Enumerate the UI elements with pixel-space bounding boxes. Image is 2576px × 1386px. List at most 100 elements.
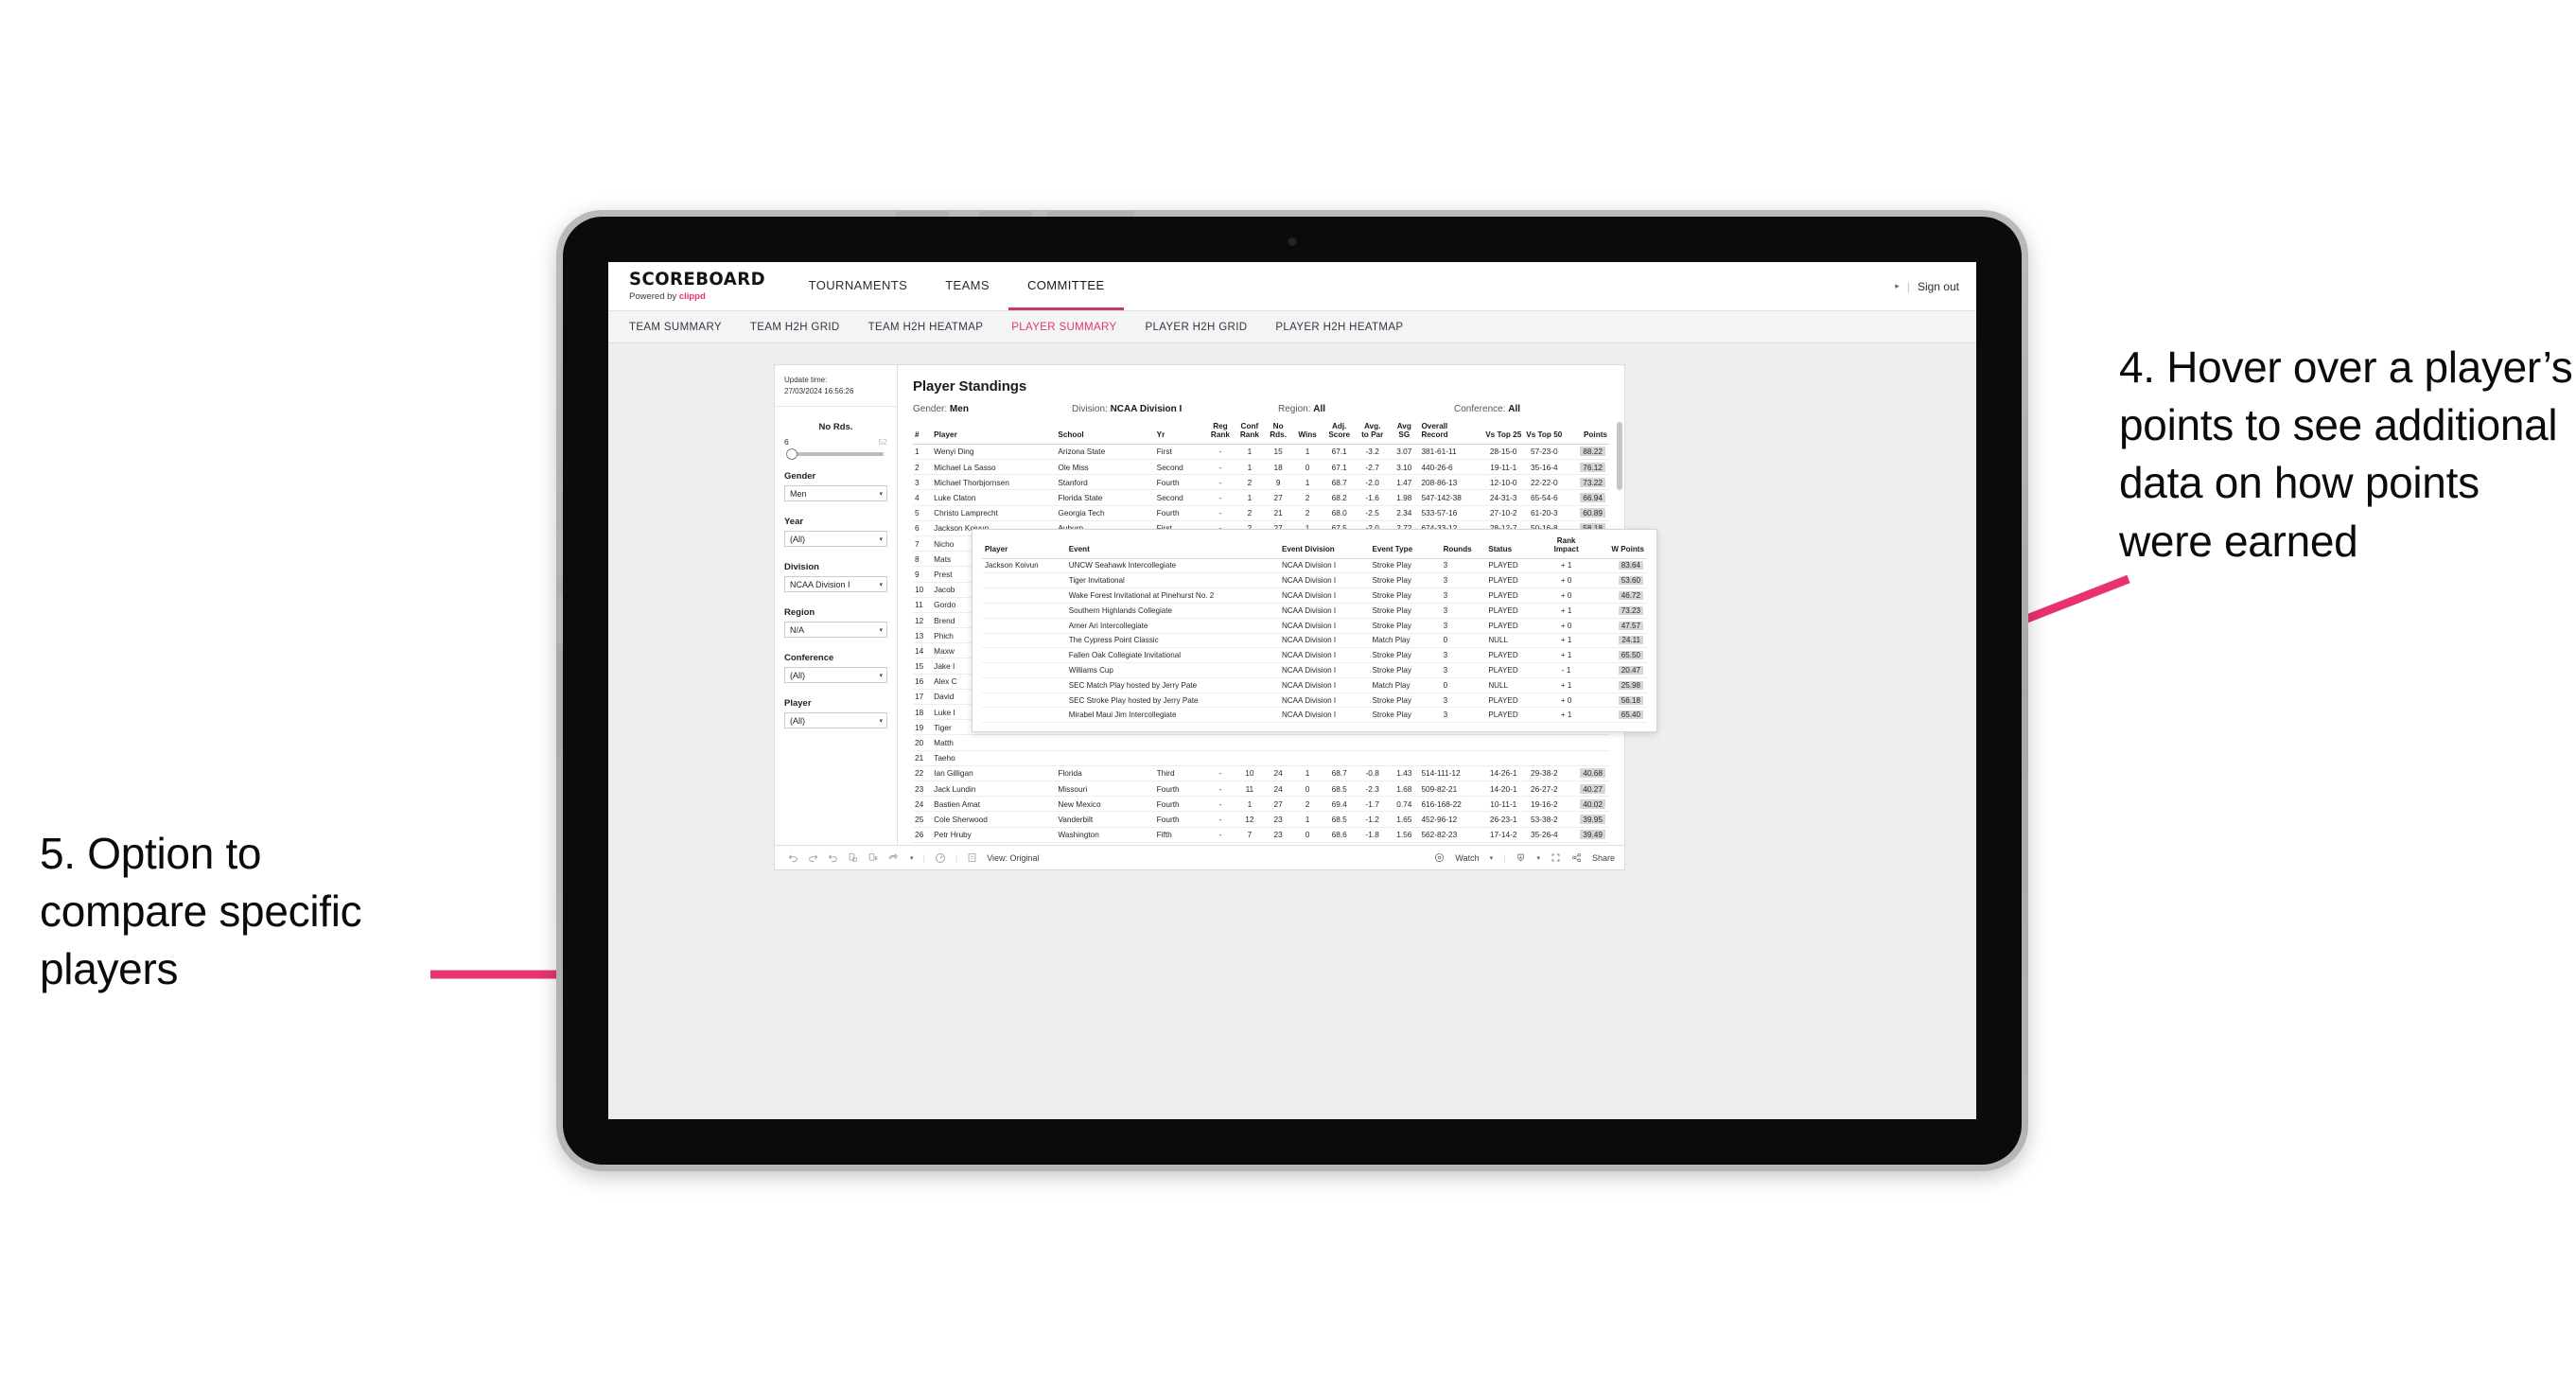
cell-points[interactable]: 76.12 <box>1564 459 1609 476</box>
table-row[interactable]: 5 Christo Lamprecht Georgia Tech Fourth -2 21… <box>913 505 1609 521</box>
cell-t50: 22-22-0 <box>1523 474 1565 491</box>
tooltip-wpoints-value: 24.11 <box>1619 636 1643 645</box>
points-value[interactable]: 40.02 <box>1580 798 1605 809</box>
col-points[interactable]: Points <box>1564 422 1609 445</box>
table-row[interactable]: 23 Jack Lundin Missouri Fourth -11 24 0 68.5 -2.… <box>913 781 1609 798</box>
fullscreen-icon[interactable] <box>1551 852 1561 863</box>
brand-logo[interactable]: SCOREBOARD Powered by clippd <box>608 262 790 310</box>
watch-label[interactable]: Watch <box>1455 853 1479 863</box>
col-player[interactable]: Player <box>932 422 1057 445</box>
points-value[interactable]: 60.89 <box>1580 508 1605 518</box>
col-avg-to-par[interactable]: Avg. to Par <box>1356 422 1390 445</box>
tooltip-cell-event: Williams Cup <box>1065 662 1279 678</box>
table-scrollbar[interactable] <box>1617 422 1622 490</box>
points-value[interactable]: 39.95 <box>1580 814 1605 824</box>
tab-player-summary[interactable]: PLAYER SUMMARY <box>1011 322 1116 333</box>
chevron-down-icon[interactable]: ▾ <box>910 854 914 862</box>
table-row[interactable]: 26 Petr Hruby Washington Fifth -7 23 0 68.6 -1.8… <box>913 827 1609 843</box>
tab-player-h2h-grid[interactable]: PLAYER H2H GRID <box>1145 322 1247 333</box>
table-row[interactable]: 20 Matth <box>913 734 1609 751</box>
share-label[interactable]: Share <box>1592 853 1615 863</box>
cell-points[interactable]: 40.02 <box>1564 796 1609 813</box>
view-original-label[interactable]: View: Original <box>987 853 1039 863</box>
watch-icon[interactable] <box>1434 852 1445 863</box>
nav-teams[interactable]: TEAMS <box>926 262 1008 310</box>
chevron-down-icon[interactable]: ▾ <box>1490 854 1494 862</box>
col-num[interactable]: # <box>913 422 933 445</box>
filter-year-select[interactable]: (All) ▾ <box>784 531 887 548</box>
col-sg-l2: SG <box>1398 430 1411 440</box>
table-row[interactable]: 22 Ian Gilligan Florida Third -10 24 1 68.7 -0.8… <box>913 765 1609 781</box>
points-value[interactable]: 66.94 <box>1580 493 1605 502</box>
revert-icon[interactable] <box>828 852 838 863</box>
table-row[interactable]: 3 Michael Thorbjornsen Stanford Fourth -2 9 1 6… <box>913 474 1609 491</box>
chevron-down-icon[interactable]: ▾ <box>1536 854 1540 862</box>
table-row[interactable]: 4 Luke Claton Florida State Second -1 27 2 68.2… <box>913 489 1609 506</box>
points-value[interactable]: 73.22 <box>1580 477 1605 487</box>
col-wins[interactable]: Wins <box>1291 422 1323 445</box>
nav-tournaments[interactable]: TOURNAMENTS <box>790 262 927 310</box>
tooltip-cell-division: NCAA Division I <box>1278 603 1370 619</box>
undo-dropdown-icon[interactable] <box>887 852 901 863</box>
cell-reg: - <box>1205 489 1235 506</box>
tab-team-summary[interactable]: TEAM SUMMARY <box>629 322 722 333</box>
tt-col-event-l1: Event <box>1068 545 1090 554</box>
cell-points[interactable]: 39.95 <box>1564 811 1609 828</box>
col-conf-rank[interactable]: Conf Rank <box>1235 422 1265 445</box>
cell-points[interactable] <box>1564 750 1609 766</box>
cell-points[interactable]: 40.68 <box>1564 765 1609 781</box>
refresh-data-icon[interactable] <box>848 852 858 863</box>
table-row[interactable]: 1 Wenyi Ding Arizona State First -1 15 1 67.1 -3… <box>913 444 1609 461</box>
points-value[interactable]: 76.12 <box>1580 462 1605 472</box>
table-row[interactable]: 25 Cole Sherwood Vanderbilt Fourth -12 23 1 68.… <box>913 811 1609 828</box>
table-row[interactable]: 24 Bastien Amat New Mexico Fourth -1 27 2 69.4-… <box>913 796 1609 813</box>
filter-year: Year (All) ▾ <box>775 517 897 548</box>
col-vs-top-25[interactable]: Vs Top 25 <box>1482 422 1524 445</box>
col-vs-top-50[interactable]: Vs Top 50 <box>1523 422 1565 445</box>
points-value[interactable]: 40.27 <box>1580 783 1605 794</box>
cell-points[interactable]: 73.22 <box>1564 474 1609 491</box>
cell-points[interactable] <box>1564 734 1609 751</box>
nav-committee[interactable]: COMMITTEE <box>1008 262 1124 310</box>
table-row[interactable]: 21 Taeho <box>913 750 1609 766</box>
chevron-right-icon[interactable]: ▸ <box>1895 281 1900 291</box>
filter-player: Player (All) ▾ <box>775 698 897 729</box>
pause-auto-update-icon[interactable] <box>867 852 878 863</box>
col-avg-sg[interactable]: Avg SG <box>1389 422 1420 445</box>
view-original-icon[interactable] <box>967 852 977 863</box>
cell-points[interactable]: 88.22 <box>1564 444 1609 461</box>
redo-icon[interactable] <box>808 852 818 863</box>
no-rounds-slider[interactable] <box>786 448 884 461</box>
tab-team-h2h-heatmap[interactable]: TEAM H2H HEATMAP <box>868 322 984 333</box>
points-value[interactable]: 39.49 <box>1580 830 1605 840</box>
col-yr[interactable]: Yr <box>1154 422 1206 445</box>
cell-points[interactable]: 39.49 <box>1564 827 1609 843</box>
no-rounds-slider-handle[interactable] <box>786 448 797 461</box>
col-no-rds[interactable]: No Rds. <box>1264 422 1292 445</box>
points-value[interactable]: 40.68 <box>1580 768 1605 779</box>
filter-conference-select[interactable]: (All) ▾ <box>784 667 887 684</box>
cell-points[interactable]: 66.94 <box>1564 489 1609 506</box>
col-school[interactable]: School <box>1056 422 1155 445</box>
undo-icon[interactable] <box>788 852 798 863</box>
tablet-device: SCOREBOARD Powered by clippd TOURNAMENTS… <box>556 210 2028 1171</box>
cell-points[interactable]: 40.27 <box>1564 781 1609 798</box>
download-icon[interactable] <box>1516 852 1526 863</box>
sign-out-link[interactable]: Sign out <box>1918 280 1959 293</box>
table-row[interactable]: 2 Michael La Sasso Ole Miss Second -1 18 0 67.1… <box>913 459 1609 476</box>
filter-gender-select[interactable]: Men ▾ <box>784 485 887 502</box>
cell-record: 452-96-12 <box>1419 811 1483 828</box>
pause-resume-icon[interactable] <box>935 852 946 864</box>
col-reg-rank[interactable]: Reg Rank <box>1205 422 1235 445</box>
points-value[interactable]: 88.22 <box>1580 447 1605 457</box>
col-adj-score[interactable]: Adj. Score <box>1323 422 1357 445</box>
filter-division-select[interactable]: NCAA Division I ▾ <box>784 576 887 593</box>
tab-player-h2h-heatmap[interactable]: PLAYER H2H HEATMAP <box>1275 322 1403 333</box>
col-overall-record[interactable]: Overall Record <box>1419 422 1483 445</box>
cell-points[interactable]: 60.89 <box>1564 505 1609 521</box>
filter-region-select[interactable]: N/A ▾ <box>784 622 887 639</box>
filter-player-select[interactable]: (All) ▾ <box>784 712 887 729</box>
share-icon[interactable] <box>1571 852 1582 863</box>
tab-team-h2h-grid[interactable]: TEAM H2H GRID <box>750 322 840 333</box>
tooltip-cell-player <box>982 707 1066 724</box>
